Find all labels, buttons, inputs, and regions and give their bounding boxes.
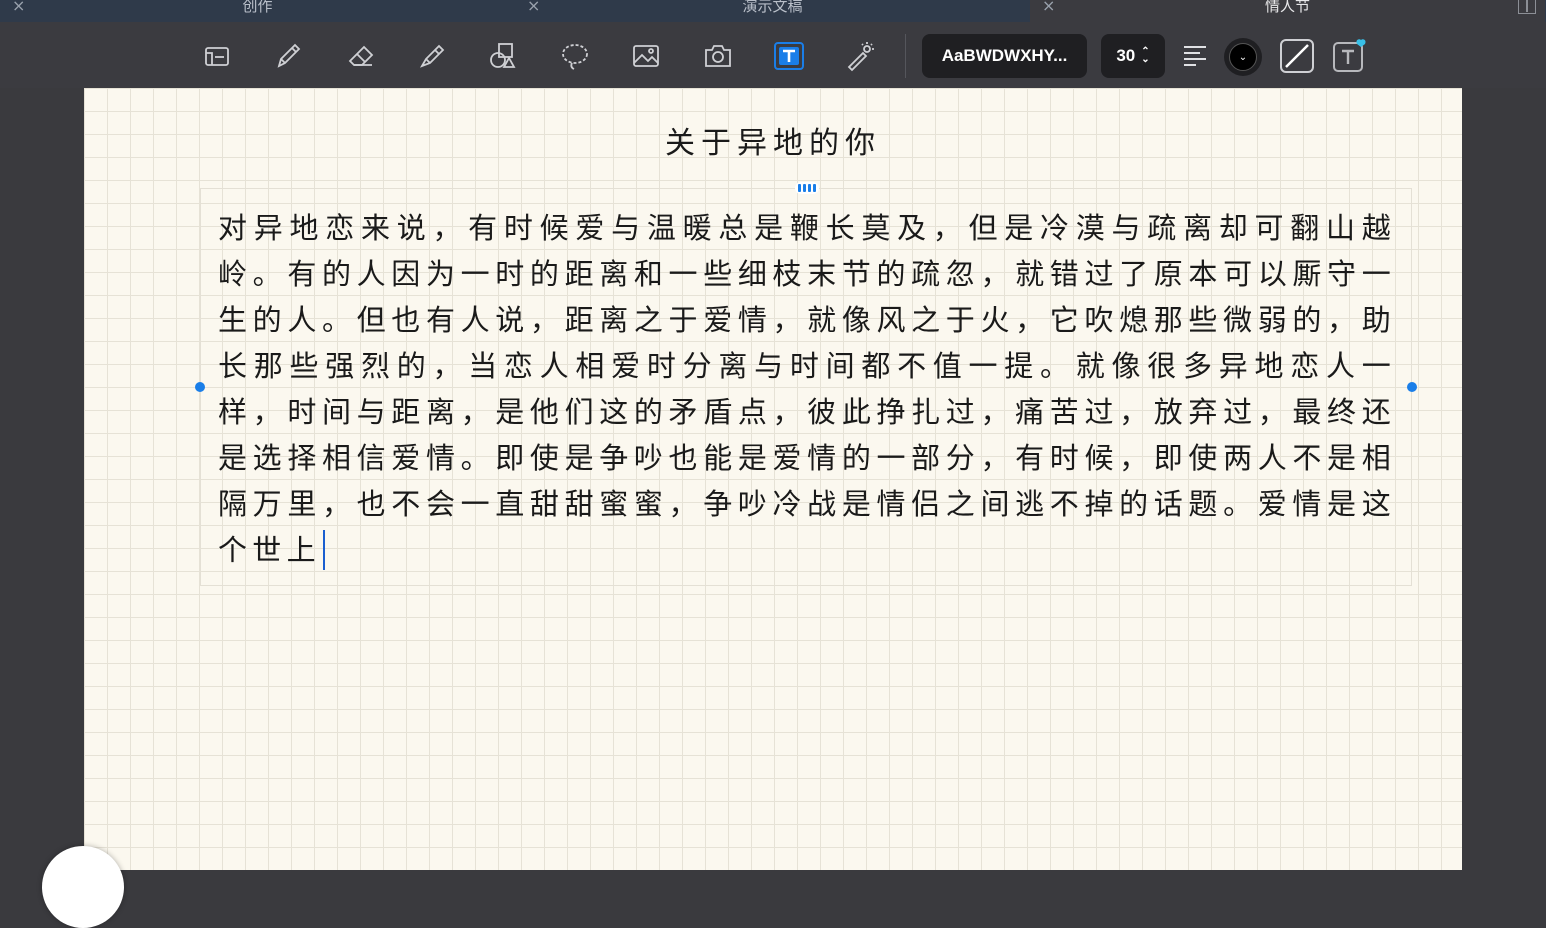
tab-bar: × 创作 × 演示文稿 × 情人节 xyxy=(0,0,1546,22)
camera-tool-icon[interactable] xyxy=(698,36,738,76)
floating-tool-button[interactable] xyxy=(42,846,124,928)
eraser-tool-icon[interactable] xyxy=(341,36,381,76)
read-only-mode-icon[interactable] xyxy=(197,36,237,76)
drag-handle[interactable] xyxy=(795,182,819,194)
font-picker-button[interactable]: AaBWDWXHY... xyxy=(922,34,1087,78)
close-tab-icon[interactable]: × xyxy=(12,0,25,14)
text-style-icon[interactable] xyxy=(1330,37,1370,77)
pen-tool-icon[interactable] xyxy=(268,36,308,76)
toolbar-divider xyxy=(905,34,906,78)
tab-chuangzuo[interactable]: × 创作 xyxy=(0,0,515,22)
shapes-tool-icon[interactable] xyxy=(483,36,523,76)
chevron-down-icon: ⌄ xyxy=(1229,43,1257,71)
resize-handle-left[interactable] xyxy=(195,382,205,392)
tab-valentines[interactable]: × 情人节 xyxy=(1030,0,1545,22)
toolbar: AaBWDWXHY... 30 ⌃ ⌄ ⌄ xyxy=(0,22,1546,88)
resize-handle-right[interactable] xyxy=(1407,382,1417,392)
text-cursor xyxy=(322,530,325,570)
tab-label: 演示文稿 xyxy=(742,0,803,15)
font-size-value: 30 xyxy=(1116,46,1136,65)
highlighter-tool-icon[interactable] xyxy=(412,36,452,76)
text-color-button[interactable]: ⌄ xyxy=(1224,38,1262,76)
background-fill-icon[interactable] xyxy=(1278,37,1316,75)
tab-label: 情人节 xyxy=(1264,0,1310,15)
text-box-content[interactable]: 对异地恋来说，有时候爱与温暖总是鞭长莫及，但是冷漠与疏离却可翻山越岭。有的人因为… xyxy=(218,205,1396,573)
image-tool-icon[interactable] xyxy=(626,36,666,76)
text-align-icon[interactable] xyxy=(1178,38,1212,72)
tab-presentation[interactable]: × 演示文稿 xyxy=(515,0,1030,22)
body-text: 对异地恋来说，有时候爱与温暖总是鞭长莫及，但是冷漠与疏离却可翻山越岭。有的人因为… xyxy=(218,211,1396,567)
close-tab-icon[interactable]: × xyxy=(1042,0,1055,14)
font-size-stepper[interactable]: 30 ⌃ ⌄ xyxy=(1101,34,1165,78)
text-tool-icon[interactable] xyxy=(769,36,809,76)
notebook-page[interactable]: 关于异地的你 对异地恋来说，有时候爱与温暖总是鞭长莫及，但是冷漠与疏离却可翻山越… xyxy=(84,88,1462,870)
split-view-icon[interactable] xyxy=(1518,0,1536,14)
close-tab-icon[interactable]: × xyxy=(527,0,540,14)
lasso-tool-icon[interactable] xyxy=(555,36,595,76)
text-box[interactable]: 对异地恋来说，有时候爱与温暖总是鞭长莫及，但是冷漠与疏离却可翻山越岭。有的人因为… xyxy=(195,182,1417,586)
laser-pointer-icon[interactable] xyxy=(840,36,880,76)
tab-label: 创作 xyxy=(242,0,273,15)
stepper-arrows-icon[interactable]: ⌃ ⌄ xyxy=(1141,47,1149,65)
page-title: 关于异地的你 xyxy=(665,126,881,161)
